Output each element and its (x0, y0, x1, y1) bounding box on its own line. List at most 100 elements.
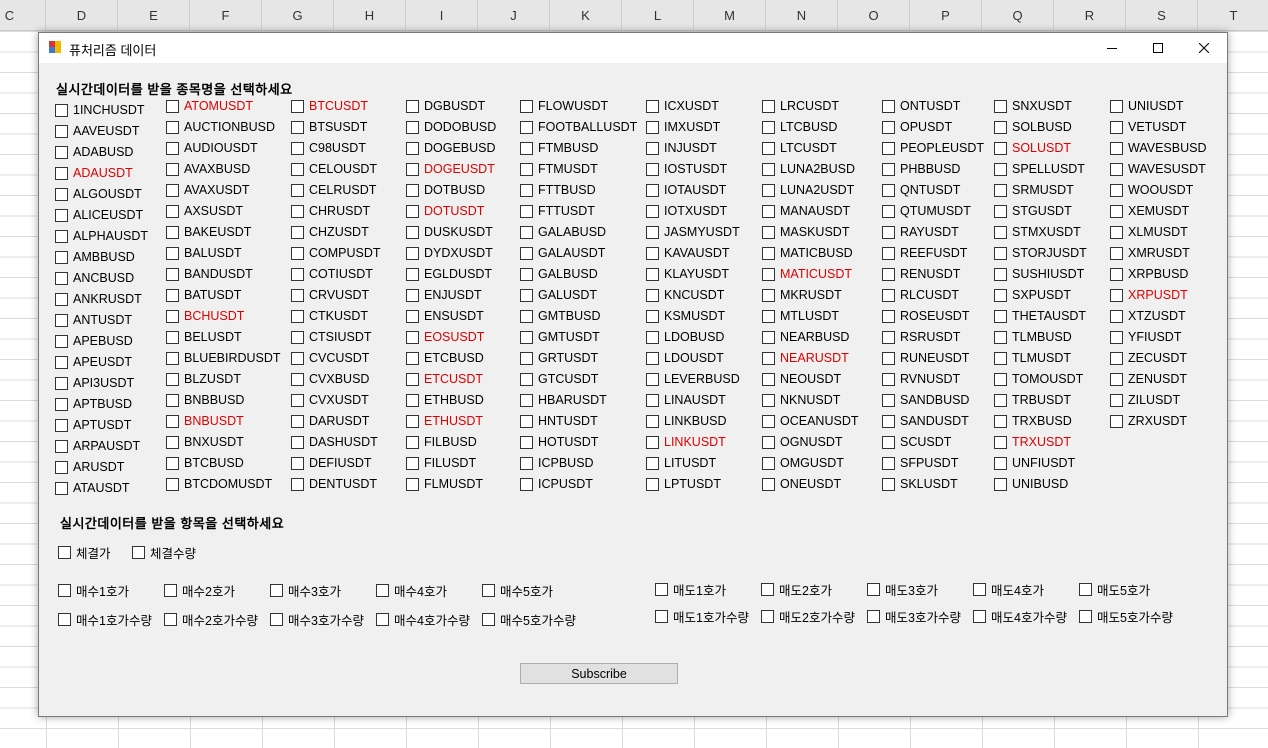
symbol-checkbox-dotbusd[interactable]: DOTBUSD (406, 183, 485, 197)
symbol-checkbox-egldusdt[interactable]: EGLDUSDT (406, 267, 492, 281)
symbol-checkbox-scusdt[interactable]: SCUSDT (882, 435, 951, 449)
column-header-e[interactable]: E (118, 0, 190, 30)
symbol-checkbox-gmtbusd[interactable]: GMTBUSD (520, 309, 601, 323)
bid-quantity-checkbox[interactable]: 매수5호가수량 (482, 610, 576, 629)
checkbox[interactable] (166, 225, 179, 239)
checkbox[interactable] (882, 120, 895, 134)
checkbox[interactable] (994, 141, 1007, 155)
ask-price-checkbox[interactable]: 매도5호가 (1079, 580, 1150, 599)
checkbox[interactable] (1110, 204, 1123, 218)
checkbox[interactable] (164, 584, 177, 597)
symbol-checkbox-aptbusd[interactable]: APTBUSD (55, 397, 132, 411)
checkbox[interactable] (1110, 225, 1123, 239)
checkbox[interactable] (882, 246, 895, 260)
symbol-checkbox-dentusdt[interactable]: DENTUSDT (291, 477, 377, 491)
symbol-checkbox-ancbusd[interactable]: ANCBUSD (55, 271, 134, 285)
symbol-checkbox-trxbusd[interactable]: TRXBUSD (994, 414, 1072, 428)
checkbox[interactable] (166, 330, 179, 344)
checkbox[interactable] (520, 183, 533, 197)
column-header-m[interactable]: M (694, 0, 766, 30)
close-button[interactable] (1181, 33, 1227, 63)
checkbox[interactable] (406, 141, 419, 155)
checkbox[interactable] (291, 330, 304, 344)
checkbox[interactable] (762, 435, 775, 449)
symbol-checkbox-auctionbusd[interactable]: AUCTIONBUSD (166, 120, 275, 134)
symbol-checkbox-galausdt[interactable]: GALAUSDT (520, 246, 605, 260)
checkbox[interactable] (994, 225, 1007, 239)
symbol-checkbox-srmusdt[interactable]: SRMUSDT (994, 183, 1074, 197)
symbol-checkbox-adausdt[interactable]: ADAUSDT (55, 166, 133, 180)
checkbox[interactable] (1110, 120, 1123, 134)
checkbox[interactable] (520, 225, 533, 239)
checkbox[interactable] (994, 99, 1007, 113)
checkbox[interactable] (646, 351, 659, 365)
symbol-checkbox-avaxusdt[interactable]: AVAXUSDT (166, 183, 250, 197)
checkbox[interactable] (762, 225, 775, 239)
checkbox[interactable] (1110, 309, 1123, 323)
symbol-checkbox-imxusdt[interactable]: IMXUSDT (646, 120, 720, 134)
checkbox[interactable] (482, 613, 495, 626)
symbol-checkbox-iotausdt[interactable]: IOTAUSDT (646, 183, 726, 197)
checkbox[interactable] (55, 208, 68, 222)
symbol-checkbox-dotusdt[interactable]: DOTUSDT (406, 204, 484, 218)
symbol-checkbox-zilusdt[interactable]: ZILUSDT (1110, 393, 1180, 407)
checkbox[interactable] (166, 246, 179, 260)
checkbox[interactable] (762, 330, 775, 344)
checkbox[interactable] (994, 477, 1007, 491)
symbol-checkbox-hotusdt[interactable]: HOTUSDT (520, 435, 598, 449)
symbol-checkbox-xrpbusd[interactable]: XRPBUSD (1110, 267, 1188, 281)
checkbox[interactable] (166, 351, 179, 365)
checkbox[interactable] (882, 162, 895, 176)
checkbox[interactable] (882, 372, 895, 386)
checkbox[interactable] (406, 246, 419, 260)
symbol-checkbox-aliceusdt[interactable]: ALICEUSDT (55, 208, 143, 222)
symbol-checkbox-cvxbusd[interactable]: CVXBUSD (291, 372, 369, 386)
symbol-checkbox-nearbusd[interactable]: NEARBUSD (762, 330, 849, 344)
checkbox[interactable] (406, 309, 419, 323)
symbol-checkbox-celrusdt[interactable]: CELRUSDT (291, 183, 376, 197)
checkbox[interactable] (520, 246, 533, 260)
checkbox[interactable] (1110, 99, 1123, 113)
symbol-checkbox-darusdt[interactable]: DARUSDT (291, 414, 369, 428)
checkbox[interactable] (406, 414, 419, 428)
symbol-checkbox-ognusdt[interactable]: OGNUSDT (762, 435, 843, 449)
symbol-checkbox-belusdt[interactable]: BELUSDT (166, 330, 242, 344)
checkbox[interactable] (166, 120, 179, 134)
checkbox[interactable] (882, 435, 895, 449)
checkbox[interactable] (1110, 330, 1123, 344)
symbol-checkbox-oneusdt[interactable]: ONEUSDT (762, 477, 841, 491)
symbol-checkbox-atausdt[interactable]: ATAUSDT (55, 481, 129, 495)
symbol-checkbox-icxusdt[interactable]: ICXUSDT (646, 99, 719, 113)
checkbox[interactable] (994, 162, 1007, 176)
symbol-checkbox-manausdt[interactable]: MANAUSDT (762, 204, 850, 218)
symbol-checkbox-celousdt[interactable]: CELOUSDT (291, 162, 377, 176)
symbol-checkbox-xemusdt[interactable]: XEMUSDT (1110, 204, 1189, 218)
symbol-checkbox-nknusdt[interactable]: NKNUSDT (762, 393, 840, 407)
symbol-checkbox-flmusdt[interactable]: FLMUSDT (406, 477, 483, 491)
symbol-checkbox-rayusdt[interactable]: RAYUSDT (882, 225, 959, 239)
symbol-checkbox-etcbusd[interactable]: ETCBUSD (406, 351, 484, 365)
checkbox[interactable] (291, 246, 304, 260)
checkbox[interactable] (1110, 183, 1123, 197)
checkbox[interactable] (376, 584, 389, 597)
checkbox[interactable] (520, 267, 533, 281)
symbol-checkbox-icpbusd[interactable]: ICPBUSD (520, 456, 594, 470)
symbol-checkbox-xmrusdt[interactable]: XMRUSDT (1110, 246, 1190, 260)
symbol-checkbox-sklusdt[interactable]: SKLUSDT (882, 477, 958, 491)
symbol-checkbox-mtlusdt[interactable]: MTLUSDT (762, 309, 839, 323)
checkbox[interactable] (882, 393, 895, 407)
checkbox[interactable] (55, 187, 68, 201)
symbol-checkbox-thetausdt[interactable]: THETAUSDT (994, 309, 1086, 323)
symbol-checkbox-tlmusdt[interactable]: TLMUSDT (994, 351, 1071, 365)
symbol-checkbox-api3usdt[interactable]: API3USDT (55, 376, 134, 390)
checkbox[interactable] (291, 414, 304, 428)
symbol-checkbox-wavesbusd[interactable]: WAVESBUSD (1110, 141, 1207, 155)
symbol-checkbox-eosusdt[interactable]: EOSUSDT (406, 330, 484, 344)
checkbox[interactable] (520, 456, 533, 470)
column-header-s[interactable]: S (1126, 0, 1198, 30)
checkbox[interactable] (761, 583, 774, 596)
symbol-checkbox-compusdt[interactable]: COMPUSDT (291, 246, 381, 260)
symbol-checkbox-ksmusdt[interactable]: KSMUSDT (646, 309, 725, 323)
bid-price-checkbox[interactable]: 매수3호가 (270, 581, 341, 600)
bid-quantity-checkbox[interactable]: 매수4호가수량 (376, 610, 470, 629)
